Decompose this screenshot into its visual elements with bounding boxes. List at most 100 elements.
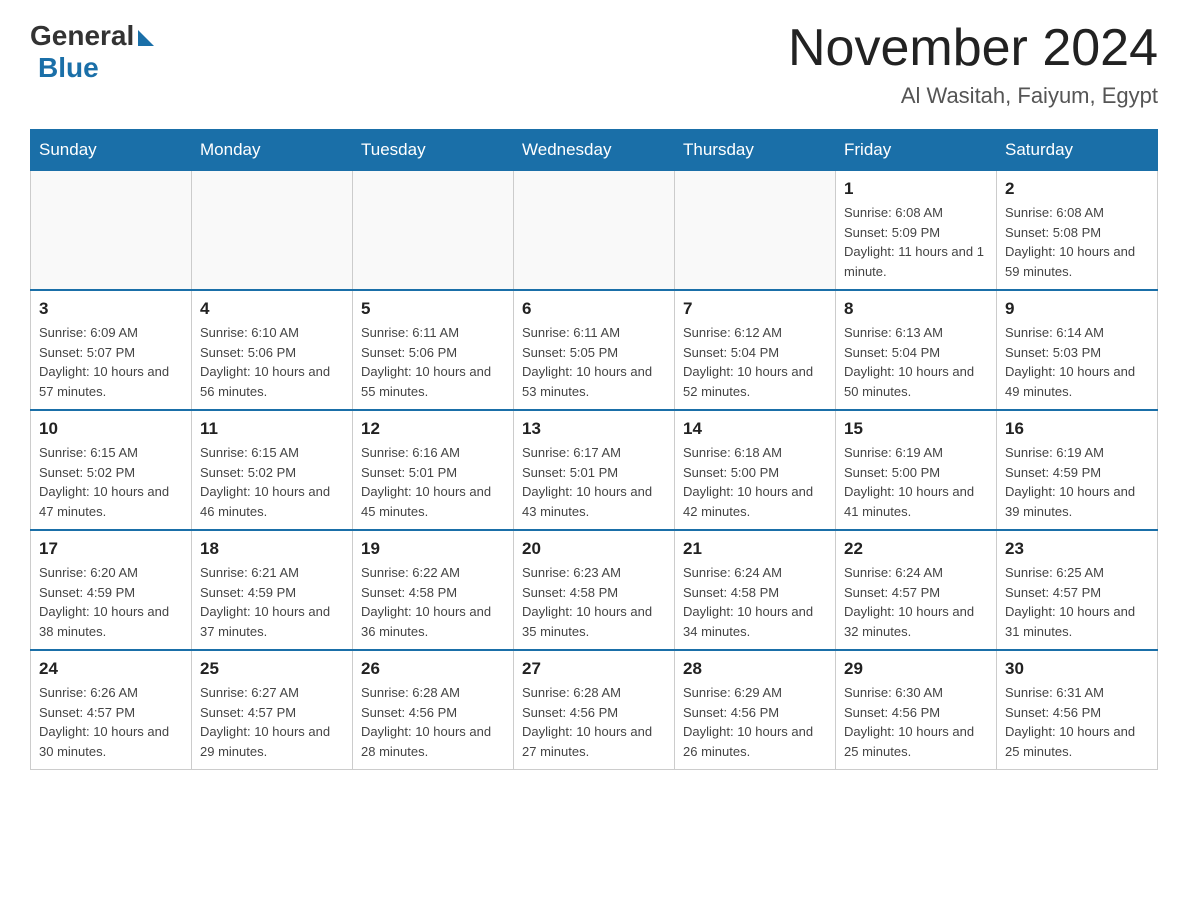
day-number: 8 [844, 299, 988, 319]
day-number: 4 [200, 299, 344, 319]
day-of-week-header: Sunday [31, 130, 192, 171]
logo-arrow-icon [138, 30, 154, 46]
calendar-cell: 12 Sunrise: 6:16 AMSunset: 5:01 PMDayligh… [353, 410, 514, 530]
day-number: 19 [361, 539, 505, 559]
calendar-cell: 19 Sunrise: 6:22 AMSunset: 4:58 PMDayligh… [353, 530, 514, 650]
calendar-cell [514, 171, 675, 291]
day-info: Sunrise: 6:20 AMSunset: 4:59 PMDaylight:… [39, 563, 183, 641]
day-info: Sunrise: 6:17 AMSunset: 5:01 PMDaylight:… [522, 443, 666, 521]
week-row: 17 Sunrise: 6:20 AMSunset: 4:59 PMDayligh… [31, 530, 1158, 650]
day-info: Sunrise: 6:13 AMSunset: 5:04 PMDaylight:… [844, 323, 988, 401]
calendar-cell: 4 Sunrise: 6:10 AMSunset: 5:06 PMDaylight… [192, 290, 353, 410]
calendar-cell: 29 Sunrise: 6:30 AMSunset: 4:56 PMDayligh… [836, 650, 997, 770]
calendar-cell: 23 Sunrise: 6:25 AMSunset: 4:57 PMDayligh… [997, 530, 1158, 650]
day-number: 13 [522, 419, 666, 439]
day-info: Sunrise: 6:21 AMSunset: 4:59 PMDaylight:… [200, 563, 344, 641]
calendar-cell [353, 171, 514, 291]
day-number: 15 [844, 419, 988, 439]
calendar-cell [675, 171, 836, 291]
calendar-cell [31, 171, 192, 291]
day-info: Sunrise: 6:19 AMSunset: 5:00 PMDaylight:… [844, 443, 988, 521]
day-of-week-header: Saturday [997, 130, 1158, 171]
title-area: November 2024 Al Wasitah, Faiyum, Egypt [788, 20, 1158, 109]
day-number: 17 [39, 539, 183, 559]
day-info: Sunrise: 6:24 AMSunset: 4:58 PMDaylight:… [683, 563, 827, 641]
calendar-cell: 11 Sunrise: 6:15 AMSunset: 5:02 PMDayligh… [192, 410, 353, 530]
day-number: 9 [1005, 299, 1149, 319]
calendar-cell: 10 Sunrise: 6:15 AMSunset: 5:02 PMDayligh… [31, 410, 192, 530]
day-number: 30 [1005, 659, 1149, 679]
calendar-cell: 9Sunrise: 6:14 AMSunset: 5:03 PMDaylight… [997, 290, 1158, 410]
week-row: 1Sunrise: 6:08 AMSunset: 5:09 PMDaylight… [31, 171, 1158, 291]
day-number: 3 [39, 299, 183, 319]
day-info: Sunrise: 6:11 AMSunset: 5:05 PMDaylight:… [522, 323, 666, 401]
day-number: 27 [522, 659, 666, 679]
day-number: 18 [200, 539, 344, 559]
calendar-cell: 24Sunrise: 6:26 AMSunset: 4:57 PMDayligh… [31, 650, 192, 770]
calendar-cell: 20Sunrise: 6:23 AMSunset: 4:58 PMDayligh… [514, 530, 675, 650]
day-info: Sunrise: 6:28 AMSunset: 4:56 PMDaylight:… [361, 683, 505, 761]
day-info: Sunrise: 6:29 AMSunset: 4:56 PMDaylight:… [683, 683, 827, 761]
day-info: Sunrise: 6:30 AMSunset: 4:56 PMDaylight:… [844, 683, 988, 761]
calendar-table: SundayMondayTuesdayWednesdayThursdayFrid… [30, 129, 1158, 770]
day-info: Sunrise: 6:26 AMSunset: 4:57 PMDaylight:… [39, 683, 183, 761]
calendar-cell: 14Sunrise: 6:18 AMSunset: 5:00 PMDayligh… [675, 410, 836, 530]
day-number: 5 [361, 299, 505, 319]
calendar-cell: 1Sunrise: 6:08 AMSunset: 5:09 PMDaylight… [836, 171, 997, 291]
day-info: Sunrise: 6:16 AMSunset: 5:01 PMDaylight:… [361, 443, 505, 521]
day-info: Sunrise: 6:22 AMSunset: 4:58 PMDaylight:… [361, 563, 505, 641]
day-number: 22 [844, 539, 988, 559]
day-info: Sunrise: 6:19 AMSunset: 4:59 PMDaylight:… [1005, 443, 1149, 521]
calendar-cell: 5Sunrise: 6:11 AMSunset: 5:06 PMDaylight… [353, 290, 514, 410]
week-row: 10 Sunrise: 6:15 AMSunset: 5:02 PMDayligh… [31, 410, 1158, 530]
day-info: Sunrise: 6:25 AMSunset: 4:57 PMDaylight:… [1005, 563, 1149, 641]
day-number: 7 [683, 299, 827, 319]
day-number: 23 [1005, 539, 1149, 559]
day-info: Sunrise: 6:28 AMSunset: 4:56 PMDaylight:… [522, 683, 666, 761]
day-info: Sunrise: 6:15 AMSunset: 5:02 PMDaylight:… [39, 443, 183, 521]
day-info: Sunrise: 6:15 AMSunset: 5:02 PMDaylight:… [200, 443, 344, 521]
calendar-cell: 26Sunrise: 6:28 AMSunset: 4:56 PMDayligh… [353, 650, 514, 770]
logo: General Blue [30, 20, 154, 84]
day-info: Sunrise: 6:10 AMSunset: 5:06 PMDaylight:… [200, 323, 344, 401]
calendar-cell [192, 171, 353, 291]
calendar-cell: 30 Sunrise: 6:31 AMSunset: 4:56 PMDayligh… [997, 650, 1158, 770]
day-number: 20 [522, 539, 666, 559]
day-info: Sunrise: 6:18 AMSunset: 5:00 PMDaylight:… [683, 443, 827, 521]
day-of-week-header: Thursday [675, 130, 836, 171]
day-number: 12 [361, 419, 505, 439]
logo-blue-text: Blue [38, 52, 99, 84]
page-header: General Blue November 2024 Al Wasitah, F… [30, 20, 1158, 109]
calendar-cell: 18 Sunrise: 6:21 AMSunset: 4:59 PMDayligh… [192, 530, 353, 650]
logo-general-text: General [30, 20, 134, 52]
day-of-week-header: Wednesday [514, 130, 675, 171]
week-row: 24Sunrise: 6:26 AMSunset: 4:57 PMDayligh… [31, 650, 1158, 770]
day-number: 2 [1005, 179, 1149, 199]
calendar-cell: 3 Sunrise: 6:09 AMSunset: 5:07 PMDaylight… [31, 290, 192, 410]
day-info: Sunrise: 6:08 AMSunset: 5:09 PMDaylight:… [844, 203, 988, 281]
calendar-cell: 13 Sunrise: 6:17 AMSunset: 5:01 PMDayligh… [514, 410, 675, 530]
day-of-week-header: Tuesday [353, 130, 514, 171]
day-info: Sunrise: 6:08 AMSunset: 5:08 PMDaylight:… [1005, 203, 1149, 281]
day-number: 29 [844, 659, 988, 679]
day-number: 10 [39, 419, 183, 439]
day-number: 11 [200, 419, 344, 439]
day-info: Sunrise: 6:31 AMSunset: 4:56 PMDaylight:… [1005, 683, 1149, 761]
day-info: Sunrise: 6:24 AMSunset: 4:57 PMDaylight:… [844, 563, 988, 641]
week-row: 3 Sunrise: 6:09 AMSunset: 5:07 PMDaylight… [31, 290, 1158, 410]
calendar-cell: 27 Sunrise: 6:28 AMSunset: 4:56 PMDayligh… [514, 650, 675, 770]
day-number: 21 [683, 539, 827, 559]
day-of-week-header: Friday [836, 130, 997, 171]
calendar-cell: 7Sunrise: 6:12 AMSunset: 5:04 PMDaylight… [675, 290, 836, 410]
day-info: Sunrise: 6:09 AMSunset: 5:07 PMDaylight:… [39, 323, 183, 401]
day-of-week-header: Monday [192, 130, 353, 171]
calendar-cell: 6Sunrise: 6:11 AMSunset: 5:05 PMDaylight… [514, 290, 675, 410]
location-subtitle: Al Wasitah, Faiyum, Egypt [788, 83, 1158, 109]
calendar-cell: 2 Sunrise: 6:08 AMSunset: 5:08 PMDaylight… [997, 171, 1158, 291]
day-number: 16 [1005, 419, 1149, 439]
calendar-cell: 8 Sunrise: 6:13 AMSunset: 5:04 PMDaylight… [836, 290, 997, 410]
calendar-cell: 22 Sunrise: 6:24 AMSunset: 4:57 PMDayligh… [836, 530, 997, 650]
calendar-cell: 16 Sunrise: 6:19 AMSunset: 4:59 PMDayligh… [997, 410, 1158, 530]
calendar-cell: 28Sunrise: 6:29 AMSunset: 4:56 PMDayligh… [675, 650, 836, 770]
calendar-cell: 15 Sunrise: 6:19 AMSunset: 5:00 PMDayligh… [836, 410, 997, 530]
